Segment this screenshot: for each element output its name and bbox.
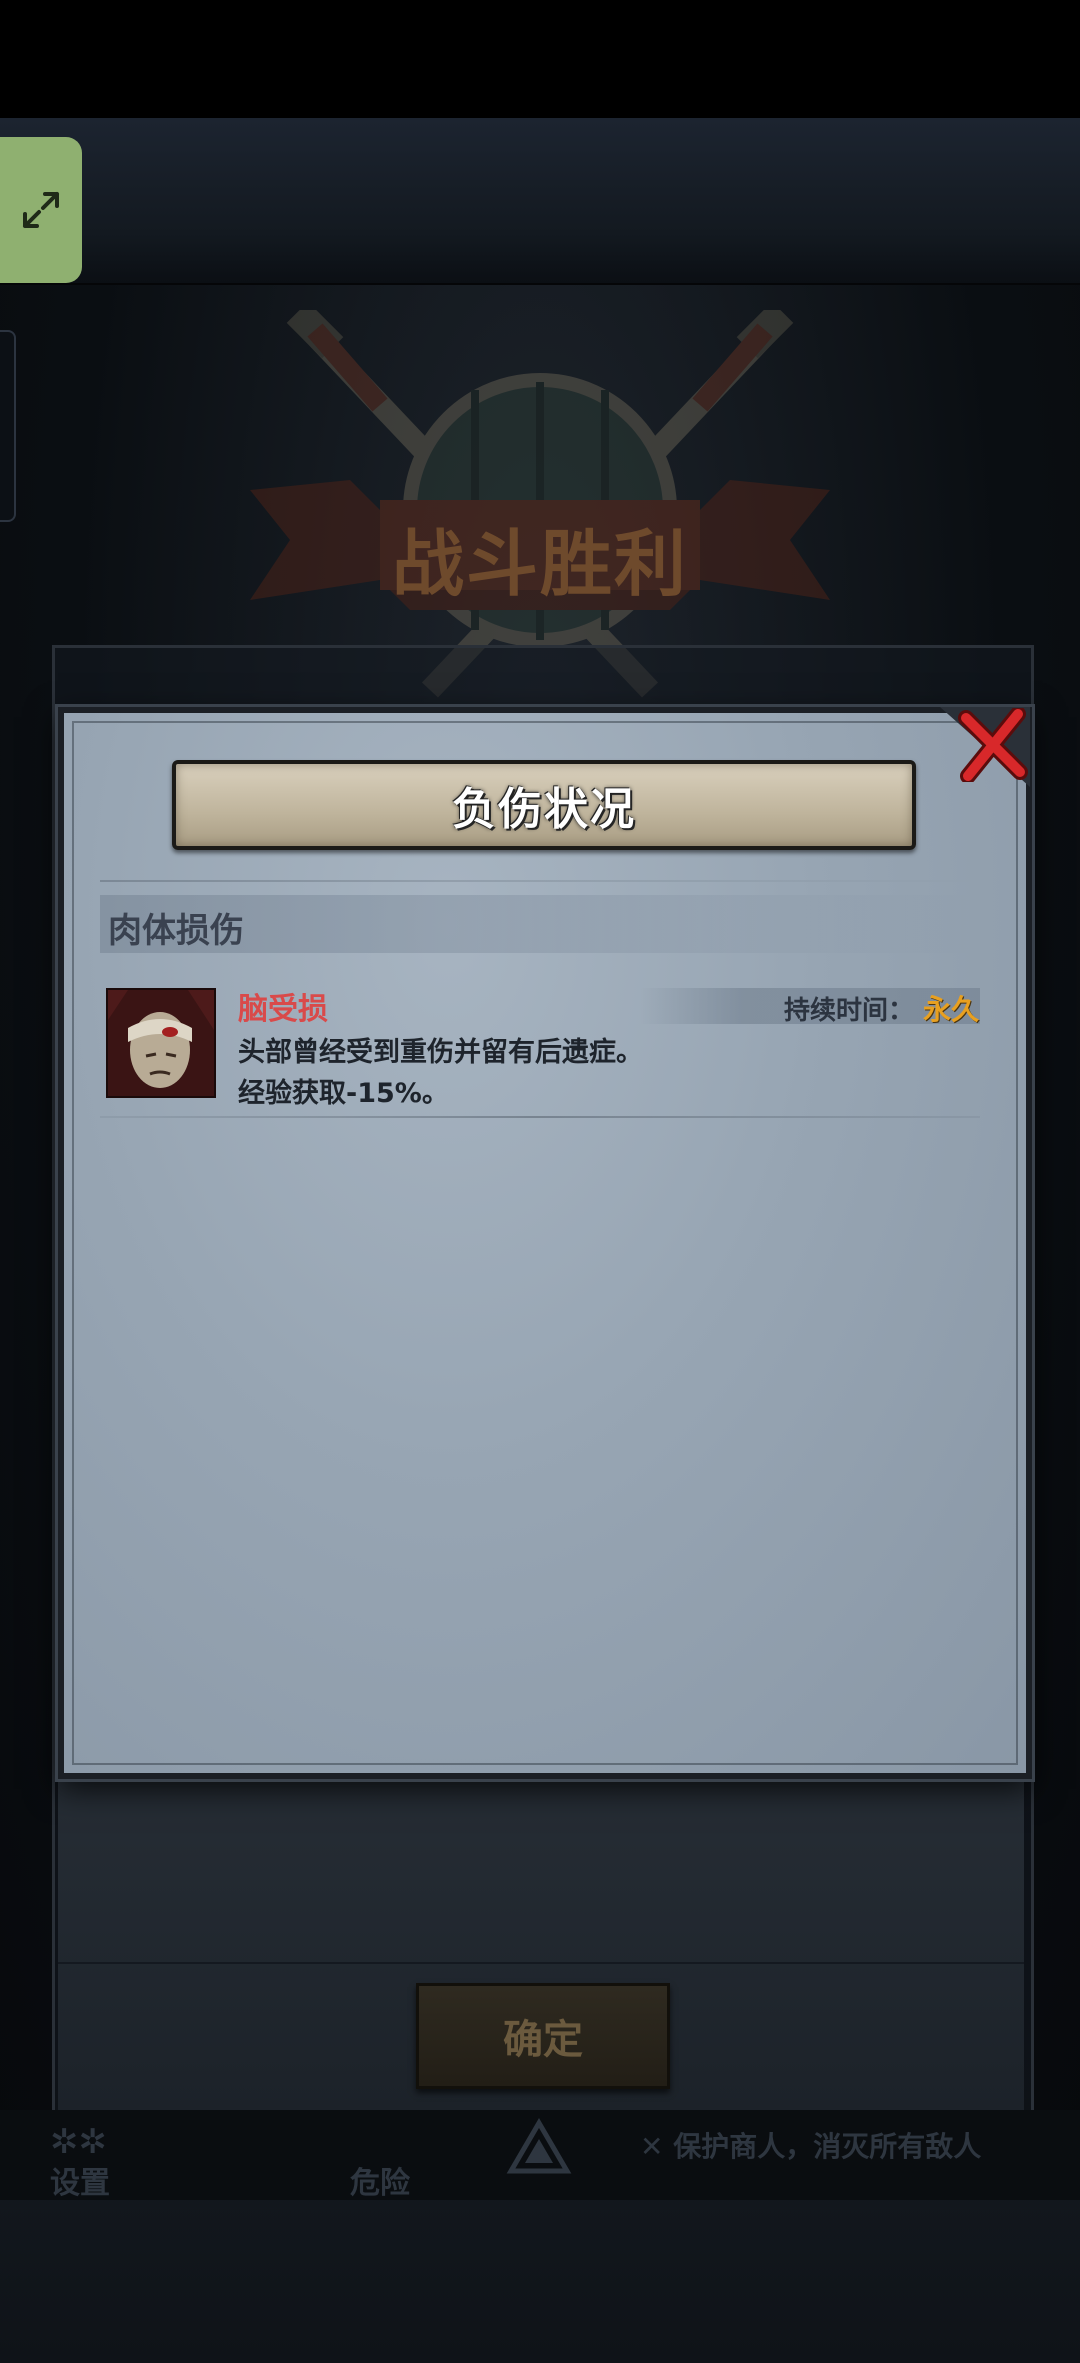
dialog-title: 负伤状况 xyxy=(452,784,636,835)
dialog-title-plaque: 负伤状况 xyxy=(172,760,916,850)
settings-label[interactable]: 设置 xyxy=(50,2158,110,2202)
injury-row-divider xyxy=(100,1116,980,1118)
section-title: 肉体损伤 xyxy=(108,911,244,951)
danger-label[interactable]: 危险 xyxy=(350,2158,410,2202)
victory-banner-text: 战斗胜利 xyxy=(391,522,688,606)
settings-gear-icon[interactable]: ✲✲ xyxy=(50,2122,110,2162)
duration-label: 持续时间： xyxy=(784,996,915,1026)
objective-text: ✕ 保护商人，消灭所有敌人 xyxy=(640,2125,981,2165)
injury-description-line2: 经验获取-15%。 xyxy=(238,1078,449,1109)
triangle-warning-icon[interactable] xyxy=(505,2117,573,2177)
objective-label: 保护商人，消灭所有敌人 xyxy=(673,2130,982,2163)
injury-description-line1: 头部曾经受到重伤并留有后遗症。 xyxy=(238,1037,643,1068)
injury-name: 脑受损 xyxy=(238,992,328,1027)
crossed-swords-icon: ✕ xyxy=(640,2130,674,2163)
close-x-icon xyxy=(957,708,1028,782)
duration-value: 永久 xyxy=(923,993,980,1026)
scene-header-band xyxy=(0,118,1080,285)
dialog-inner-border xyxy=(72,721,1018,1765)
confirm-button[interactable]: 确定 xyxy=(416,1983,670,2089)
side-drawer-tab[interactable] xyxy=(0,330,16,522)
game-screen: 战斗胜利 确定 ✲✲ 设置 危险 ✕ 保护商人，消灭所有敌人 负伤状况 肉体损伤 xyxy=(0,0,1080,2363)
close-button[interactable] xyxy=(955,705,1030,785)
expand-arrows-icon xyxy=(23,192,59,228)
expand-button[interactable] xyxy=(0,137,82,283)
section-divider xyxy=(100,880,980,882)
bandaged-head-icon xyxy=(106,988,216,1098)
bottom-band xyxy=(0,2200,1080,2363)
status-bar-area xyxy=(0,0,1080,118)
footer-divider xyxy=(58,1962,1024,1964)
injury-dialog xyxy=(58,707,1032,1779)
